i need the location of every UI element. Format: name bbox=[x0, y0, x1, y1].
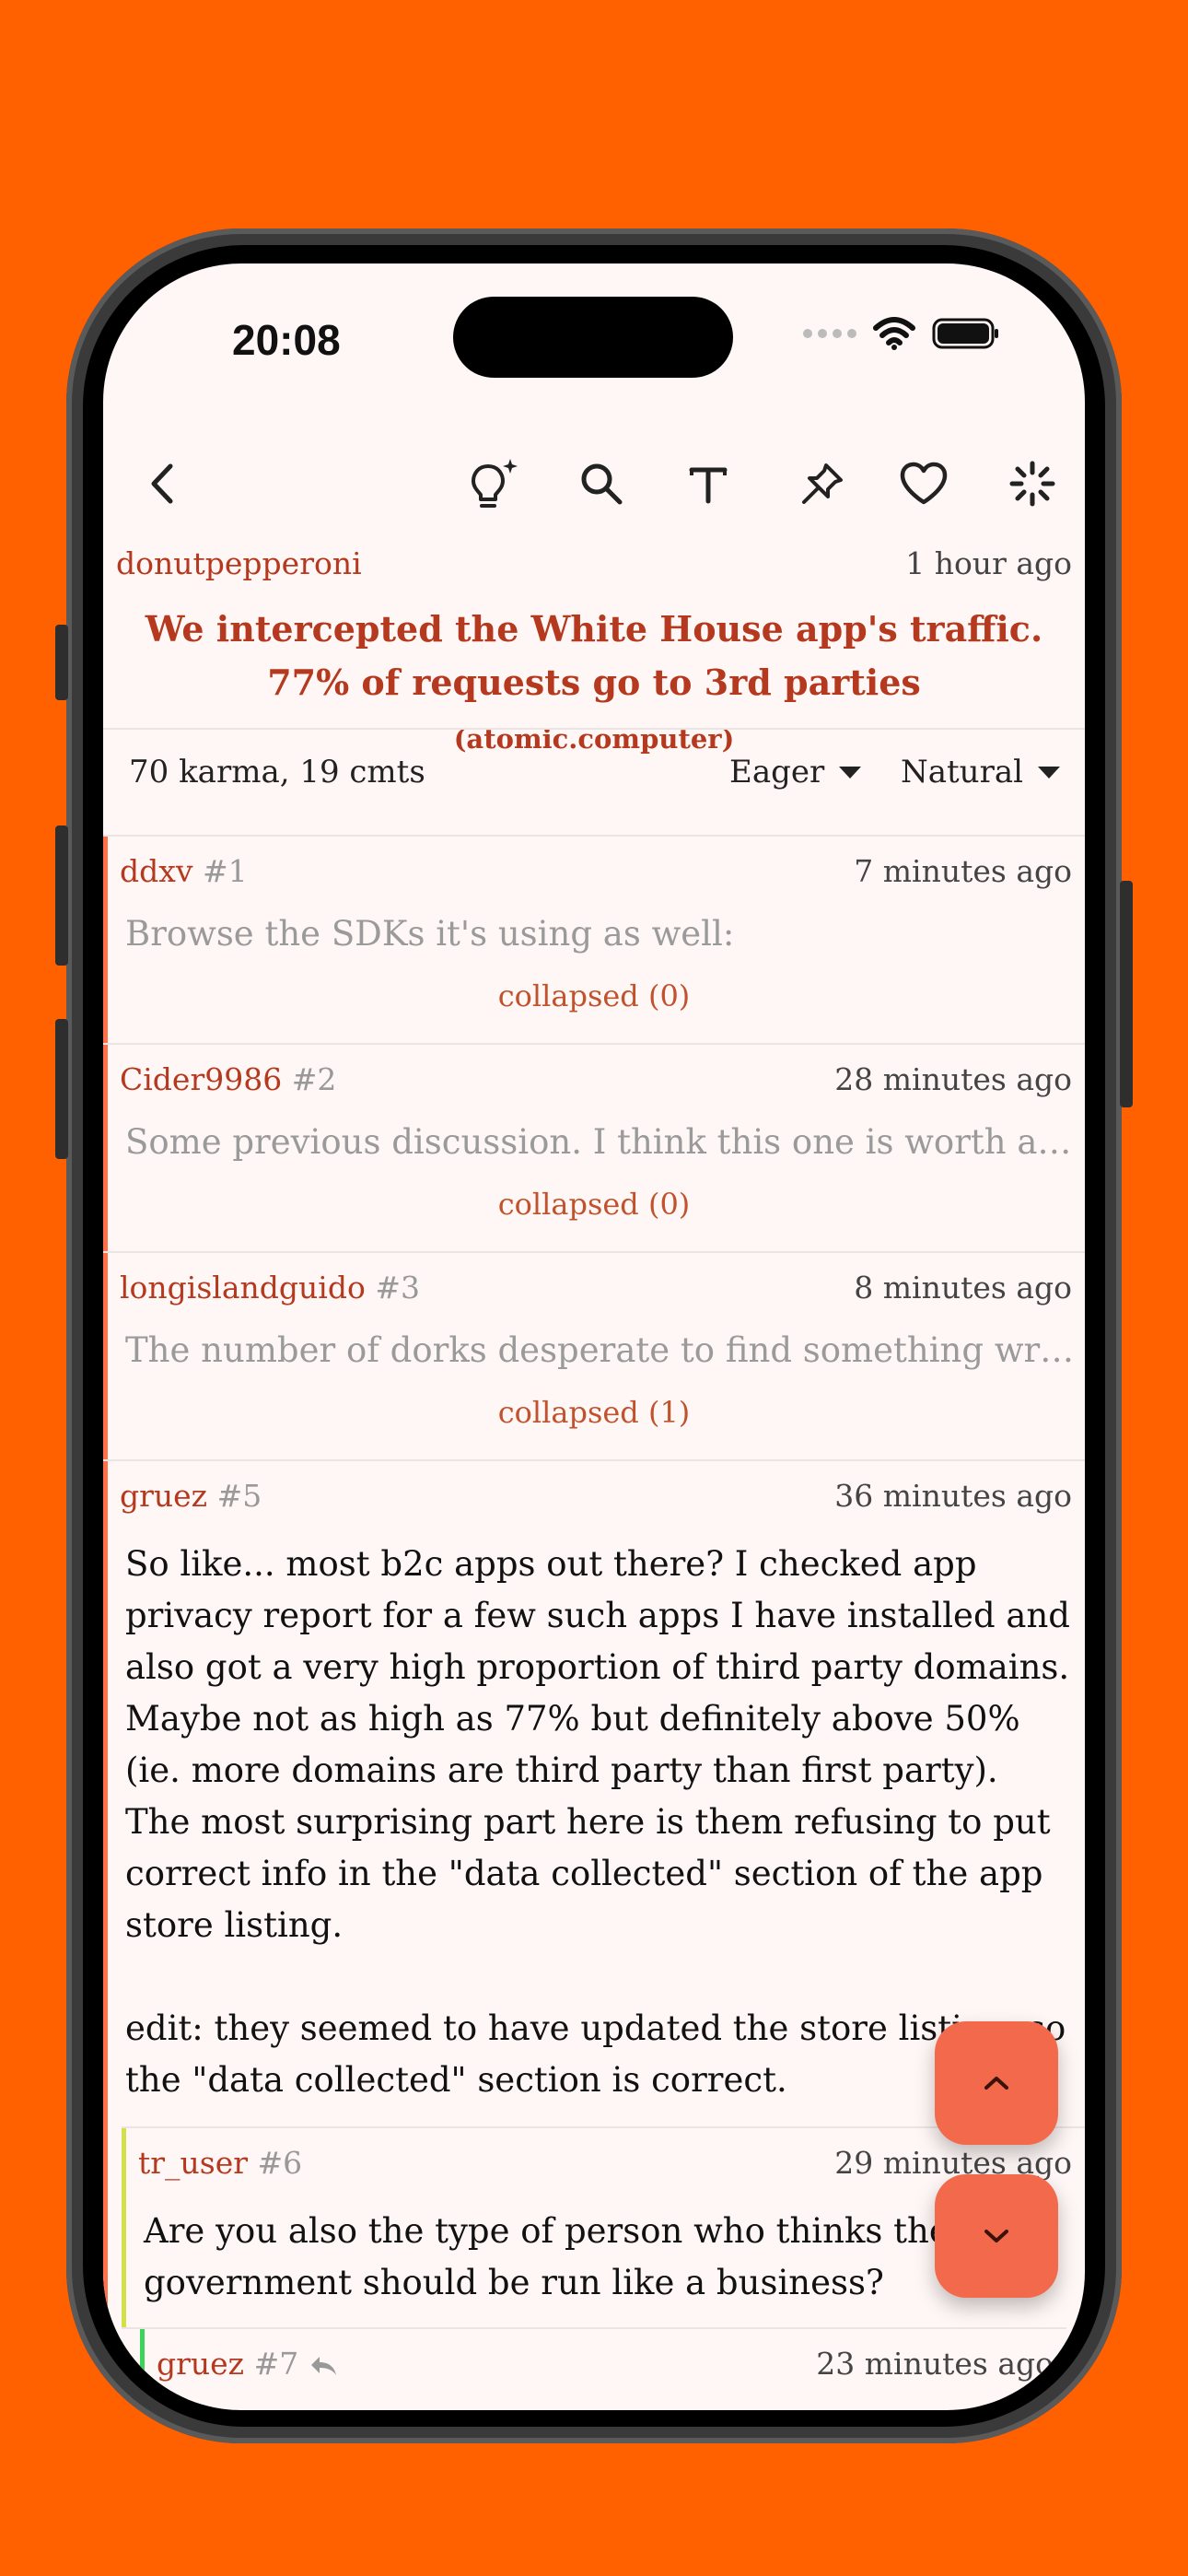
thread-indicator bbox=[103, 1461, 108, 2410]
comment-time: 28 minutes ago bbox=[834, 1061, 1072, 1097]
comment-time: 7 minutes ago bbox=[854, 853, 1072, 889]
reply-arrow-icon bbox=[310, 2357, 336, 2375]
caret-down-icon bbox=[839, 766, 862, 779]
chevron-up-icon bbox=[984, 2077, 1008, 2090]
favorite-button[interactable] bbox=[891, 451, 956, 516]
comment-author[interactable]: gruez #5 bbox=[120, 1478, 262, 1514]
comment-author-name: gruez bbox=[157, 2346, 245, 2382]
comment-author[interactable]: tr_user #6 bbox=[138, 2145, 302, 2181]
thread-indicator bbox=[140, 2329, 145, 2410]
filter-dropdown-label: Eager bbox=[729, 754, 825, 790]
side-button-silent bbox=[55, 625, 68, 700]
comment-reply[interactable]: gruez #7 23 minutes ago bbox=[140, 2329, 1066, 2410]
comment-number: #2 bbox=[291, 1061, 337, 1097]
thread-indicator bbox=[122, 2128, 126, 2329]
comment-author-name: longislandguido bbox=[120, 1270, 366, 1306]
status-bar: 20:08 bbox=[103, 263, 1085, 411]
stats-row: 70 karma, 19 cmts Eager Natural bbox=[103, 730, 1085, 831]
comment-author[interactable]: Cider9986 #2 bbox=[120, 1061, 336, 1097]
comment-body: So like... most b2c apps out there? I ch… bbox=[125, 1544, 1070, 2100]
comment-author[interactable]: ddxv #1 bbox=[120, 853, 248, 889]
post-time: 1 hour ago bbox=[905, 545, 1072, 581]
comment-number: #5 bbox=[216, 1478, 262, 1514]
comment-time: 36 minutes ago bbox=[834, 1478, 1072, 1514]
side-button-power bbox=[1120, 881, 1133, 1107]
app-screen: 20:08 donutpepperoni 1 hour ago We inter… bbox=[103, 263, 1085, 2410]
collapsed-toggle[interactable]: collapsed (0) bbox=[103, 978, 1085, 1013]
comment-author-name: Cider9986 bbox=[120, 1061, 283, 1097]
comment-author-name: tr_user bbox=[138, 2145, 249, 2181]
filter-dropdown[interactable]: Eager bbox=[729, 754, 862, 790]
comment-collapsed[interactable]: longislandguido #3 8 minutes ago The num… bbox=[103, 1253, 1085, 1459]
chevron-down-icon bbox=[984, 2230, 1008, 2242]
toolbar bbox=[103, 435, 1085, 536]
side-button-volume-up bbox=[55, 825, 68, 966]
back-button[interactable] bbox=[131, 451, 195, 516]
comment-number: #6 bbox=[257, 2145, 303, 2181]
sort-dropdown-label: Natural bbox=[901, 754, 1023, 790]
summarize-button[interactable] bbox=[462, 451, 527, 516]
post-author[interactable]: donutpepperoni bbox=[116, 545, 362, 581]
wifi-icon bbox=[873, 317, 915, 350]
karma-comments-count: 70 karma, 19 cmts bbox=[129, 754, 425, 790]
loading-button[interactable] bbox=[1000, 451, 1065, 516]
comment-author[interactable]: longislandguido #3 bbox=[120, 1270, 420, 1306]
comment-body: Are you also the type of person who thin… bbox=[144, 2211, 949, 2302]
collapsed-toggle[interactable]: collapsed (0) bbox=[103, 1187, 1085, 1222]
pin-icon bbox=[802, 463, 843, 504]
comment-author[interactable]: gruez #7 bbox=[157, 2346, 338, 2382]
comment-author-name: ddxv bbox=[120, 853, 193, 889]
pin-button[interactable] bbox=[790, 451, 855, 516]
chevron-left-icon bbox=[151, 463, 173, 504]
battery-icon bbox=[932, 318, 998, 349]
comment-time: 8 minutes ago bbox=[854, 1270, 1072, 1306]
scroll-down-button[interactable] bbox=[935, 2174, 1058, 2298]
comment-preview: Some previous discussion. I think this o… bbox=[125, 1122, 1077, 1162]
status-icons bbox=[803, 317, 1000, 350]
signal-dots-icon bbox=[803, 329, 856, 338]
search-icon bbox=[581, 463, 623, 505]
collapsed-toggle[interactable]: collapsed (1) bbox=[103, 1395, 1085, 1430]
spinner-icon bbox=[1009, 461, 1055, 507]
heart-icon bbox=[900, 462, 948, 505]
comment-time: 23 minutes ago bbox=[816, 2346, 1054, 2382]
comment-preview: Browse the SDKs it's using as well: bbox=[125, 914, 735, 954]
text-size-icon bbox=[689, 467, 728, 504]
status-time: 20:08 bbox=[232, 316, 341, 364]
sort-dropdown[interactable]: Natural bbox=[901, 754, 1060, 790]
side-button-volume-down bbox=[55, 1019, 68, 1159]
comment-number: #7 bbox=[253, 2346, 299, 2382]
comment-author-name: gruez bbox=[120, 1478, 208, 1514]
lightbulb-sparkle-icon bbox=[472, 459, 518, 508]
comment-collapsed[interactable]: ddxv #1 7 minutes ago Browse the SDKs it… bbox=[103, 837, 1085, 1043]
comment-number: #3 bbox=[375, 1270, 420, 1306]
search-button[interactable] bbox=[569, 451, 634, 516]
comment-preview: The number of dorks desperate to find so… bbox=[125, 1330, 1075, 1370]
caret-down-icon bbox=[1037, 766, 1060, 779]
text-size-button[interactable] bbox=[676, 451, 740, 516]
comment-number: #1 bbox=[203, 853, 248, 889]
post-title-text: We intercepted the White House app's tra… bbox=[145, 608, 1043, 703]
dynamic-island bbox=[453, 297, 733, 378]
comment-collapsed[interactable]: Cider9986 #2 28 minutes ago Some previou… bbox=[103, 1045, 1085, 1251]
scroll-up-button[interactable] bbox=[935, 2021, 1058, 2145]
